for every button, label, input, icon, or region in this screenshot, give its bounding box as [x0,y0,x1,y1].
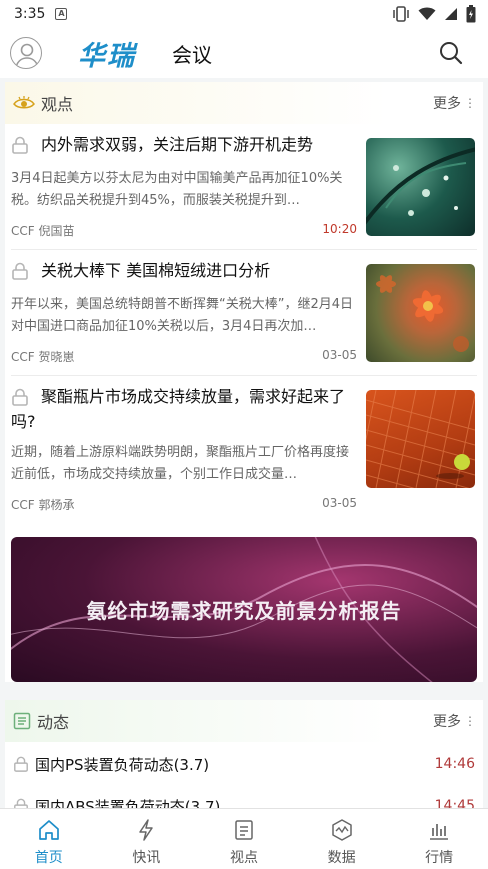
list-icon [13,712,31,730]
views-section-header: 观点 更多 ⋮ [5,82,483,124]
nav-viewpoint[interactable]: 视点 [195,809,293,869]
dynamic-item[interactable]: 国内PS装置负荷动态(3.7) 14:46 [5,744,483,784]
article-thumbnail [366,390,475,488]
tab-brand-home[interactable]: 华瑞 [78,34,138,83]
wifi-icon [418,7,436,20]
dynamic-title: 国内PS装置负荷动态(3.7) [35,755,210,774]
article-date: 03-05 [322,348,357,362]
report-banner[interactable]: 氨纶市场需求研究及前景分析报告 [11,537,477,682]
brand-logo-text: 华瑞 [78,40,136,72]
eye-icon [13,96,35,109]
data-icon [331,819,352,841]
user-avatar-icon[interactable] [10,37,42,69]
nav-flash-label: 快讯 [132,850,161,866]
views-section: 观点 更多 ⋮ 内外需求双弱，关注后期下游开机走势 3月4日起美方以芬太尼为由对… [5,82,483,682]
article-meta: CCF 贺晓崽 03-05 [11,348,357,365]
dynamics-section-header: 动态 更多 ⋮ [5,700,483,742]
article-author: CCF 倪国苗 [11,224,75,238]
article-title: 关税大棒下 美国棉短绒进口分析 [41,261,271,280]
article-title: 聚酯瓶片市场成交持续放量，需求好起来了吗? [11,387,346,431]
home-icon [38,820,59,840]
bottom-navigation: 首页 快讯 视点 数据 行情 [0,808,488,869]
article-meta: CCF 倪国苗 10:20 [11,222,357,239]
tab-meeting[interactable]: 会议 [172,39,212,68]
more-dots-icon: ⋮ [464,714,476,728]
dynamics-section: 动态 更多 ⋮ 国内PS装置负荷动态(3.7) 14:46 国内ABS装置负荷动… [5,700,483,816]
article-meta: CCF 郭杨承 03-05 [11,496,357,513]
bar-chart-icon [430,824,449,840]
nav-data-label: 数据 [327,850,356,866]
notification-icon: A [55,8,68,20]
article-author: CCF 贺晓崽 [11,350,75,364]
status-bar: 3:35 A [0,0,488,28]
dynamics-more-button[interactable]: 更多 ⋮ [433,711,476,731]
article-date: 03-05 [322,496,357,510]
battery-icon [466,5,476,23]
views-section-title: 观点 [41,95,74,114]
signal-icon [445,8,457,20]
dynamics-section-title: 动态 [37,713,70,732]
article-summary: 近期，随着上游原料端跌势明朗，聚酯瓶片工厂价格再度接近前低，市场成交持续放量，个… [11,445,350,482]
dynamic-time: 14:46 [434,756,475,772]
flash-icon [139,819,154,841]
status-icons [392,5,476,23]
top-header: 华瑞 会议 [0,28,488,83]
nav-market[interactable]: 行情 [390,809,488,869]
document-icon [235,820,253,840]
more-dots-icon: ⋮ [464,96,476,110]
nav-data[interactable]: 数据 [293,809,391,869]
article-thumbnail [366,138,475,236]
article-date: 10:20 [322,222,357,236]
views-more-button[interactable]: 更多 ⋮ [433,93,476,113]
nav-viewpoint-label: 视点 [229,850,258,866]
dynamics-more-label: 更多 [433,714,461,730]
nav-home[interactable]: 首页 [0,809,98,869]
article-item[interactable]: 内外需求双弱，关注后期下游开机走势 3月4日起美方以芬太尼为由对中国输美产品再加… [5,124,483,250]
views-more-label: 更多 [433,96,461,112]
banner-title: 氨纶市场需求研究及前景分析报告 [86,599,402,623]
nav-market-label: 行情 [425,850,454,866]
article-thumbnail [366,264,475,362]
article-item[interactable]: 聚酯瓶片市场成交持续放量，需求好起来了吗? 近期，随着上游原料端跌势明朗，聚酯瓶… [5,376,483,526]
status-time: 3:35 [14,6,46,22]
article-summary: 开年以来，美国总统特朗普不断挥舞“关税大棒”，继2月4日对中国进口商品加征10%… [11,297,354,334]
nav-home-label: 首页 [34,850,63,866]
article-item[interactable]: 关税大棒下 美国棉短绒进口分析 开年以来，美国总统特朗普不断挥舞“关税大棒”，继… [5,250,483,376]
search-icon[interactable] [438,40,464,66]
article-summary: 3月4日起美方以芬太尼为由对中国输美产品再加征10%关税。纺织品关税提升到45%… [11,171,343,208]
lock-icon [14,756,28,772]
nav-flash[interactable]: 快讯 [98,809,196,869]
vibrate-icon [393,6,409,22]
article-title: 内外需求双弱，关注后期下游开机走势 [41,135,314,154]
app-screen: 3:35 A 华瑞 会议 观点 更多 ⋮ 内外需求双弱，关注后期下游开机走势 3… [0,0,488,869]
article-author: CCF 郭杨承 [11,498,75,512]
